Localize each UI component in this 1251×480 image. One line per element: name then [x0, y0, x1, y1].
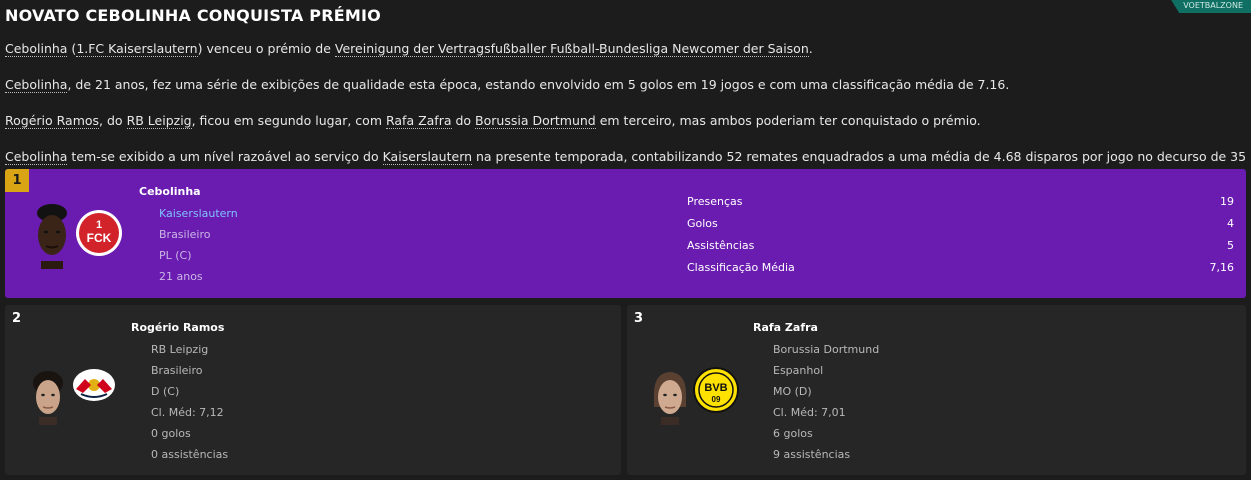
second-player-link[interactable]: Rogério Ramos — [5, 113, 100, 129]
runner-up-card-2: 2 Rogério Ramos RB Leipzig Brasileiro D … — [5, 305, 621, 475]
stat-label: Golos — [687, 217, 718, 230]
page-title: NOVATO CEBOLINHA CONQUISTA PRÉMIO — [5, 6, 381, 25]
crest-letters-text: FCK — [87, 231, 112, 245]
crest-letters-text: BVB — [704, 382, 727, 394]
bvb-crest-icon[interactable]: BVB 09 — [693, 367, 739, 413]
player-face-icon[interactable] — [649, 367, 691, 425]
second-club-link[interactable]: RB Leipzig — [126, 113, 192, 129]
player-club[interactable]: Kaiserslautern — [159, 207, 238, 220]
player-club[interactable]: Borussia Dortmund — [773, 343, 879, 356]
player-name[interactable]: Rafa Zafra — [753, 321, 818, 334]
stat-value: 7,16 — [1209, 261, 1235, 274]
player-club[interactable]: RB Leipzig — [151, 343, 208, 356]
rank-number: 2 — [12, 311, 22, 326]
player-avg-rating: Cl. Méd: 7,01 — [773, 406, 846, 419]
corner-brand-tag: VOETBALZONE — [1171, 0, 1251, 13]
paragraph-3: Rogério Ramos, do RB Leipzig, ficou em s… — [5, 113, 981, 129]
winner-card: 1 1 FCK Cebolinha Kaiserslautern Brasile… — [5, 169, 1246, 298]
stat-label: Classificação Média — [687, 261, 795, 274]
player-age: 21 anos — [159, 270, 203, 283]
crest-number-text: 09 — [712, 395, 721, 404]
club-link[interactable]: 1.FC Kaiserslautern — [76, 41, 198, 57]
player-name[interactable]: Cebolinha — [139, 185, 201, 198]
player-assists: 0 assistências — [151, 448, 229, 461]
player-nationality: Brasileiro — [159, 228, 211, 241]
runner-up-card-3: 3 BVB 09 Rafa Zafra Borussia Dortmund Es… — [627, 305, 1246, 475]
player-position: MO (D) — [773, 385, 812, 398]
player-avg-rating: Cl. Méd: 7,12 — [151, 406, 224, 419]
player-nationality: Brasileiro — [151, 364, 203, 377]
stat-label: Assistências — [687, 239, 755, 252]
stat-value: 5 — [1227, 239, 1234, 252]
player-link[interactable]: Cebolinha — [5, 149, 68, 165]
stat-value: 4 — [1227, 217, 1234, 230]
award-link[interactable]: Vereinigung der Vertragsfußballer Fußbal… — [334, 41, 809, 57]
paragraph-4: Cebolinha tem-se exibido a um nível razo… — [5, 149, 1251, 165]
player-name[interactable]: Rogério Ramos — [131, 321, 224, 334]
third-club-link[interactable]: Borussia Dortmund — [475, 113, 596, 129]
paragraph-2: Cebolinha, de 21 anos, fez uma série de … — [5, 77, 1010, 93]
player-goals: 6 golos — [773, 427, 813, 440]
stat-row-avg-rating: Classificação Média 7,16 — [687, 261, 1234, 274]
player-face-icon[interactable] — [27, 367, 69, 425]
stat-value: 19 — [1220, 195, 1234, 208]
player-nationality: Espanhol — [773, 364, 824, 377]
player-link[interactable]: Cebolinha — [5, 41, 68, 57]
kaiserslautern-crest-icon[interactable]: 1 FCK — [75, 209, 123, 257]
club-link[interactable]: Kaiserslautern — [382, 149, 473, 165]
stat-row-goals: Golos 4 — [687, 217, 1234, 230]
rank-number: 3 — [634, 311, 644, 326]
stat-row-assists: Assistências 5 — [687, 239, 1234, 252]
player-position: PL (C) — [159, 249, 192, 262]
stat-row-appearances: Presenças 19 — [687, 195, 1234, 208]
player-assists: 9 assistências — [773, 448, 851, 461]
player-position: D (C) — [151, 385, 180, 398]
third-player-link[interactable]: Rafa Zafra — [385, 113, 452, 129]
stat-label: Presenças — [687, 195, 743, 208]
player-goals: 0 golos — [151, 427, 191, 440]
crest-number-text: 1 — [96, 219, 102, 231]
rb-leipzig-crest-icon[interactable] — [71, 367, 117, 403]
player-link[interactable]: Cebolinha — [5, 77, 68, 93]
rank-badge: 1 — [5, 169, 29, 192]
player-face-icon[interactable] — [27, 201, 77, 269]
paragraph-1: Cebolinha (1.FC Kaiserslautern) venceu o… — [5, 41, 813, 57]
